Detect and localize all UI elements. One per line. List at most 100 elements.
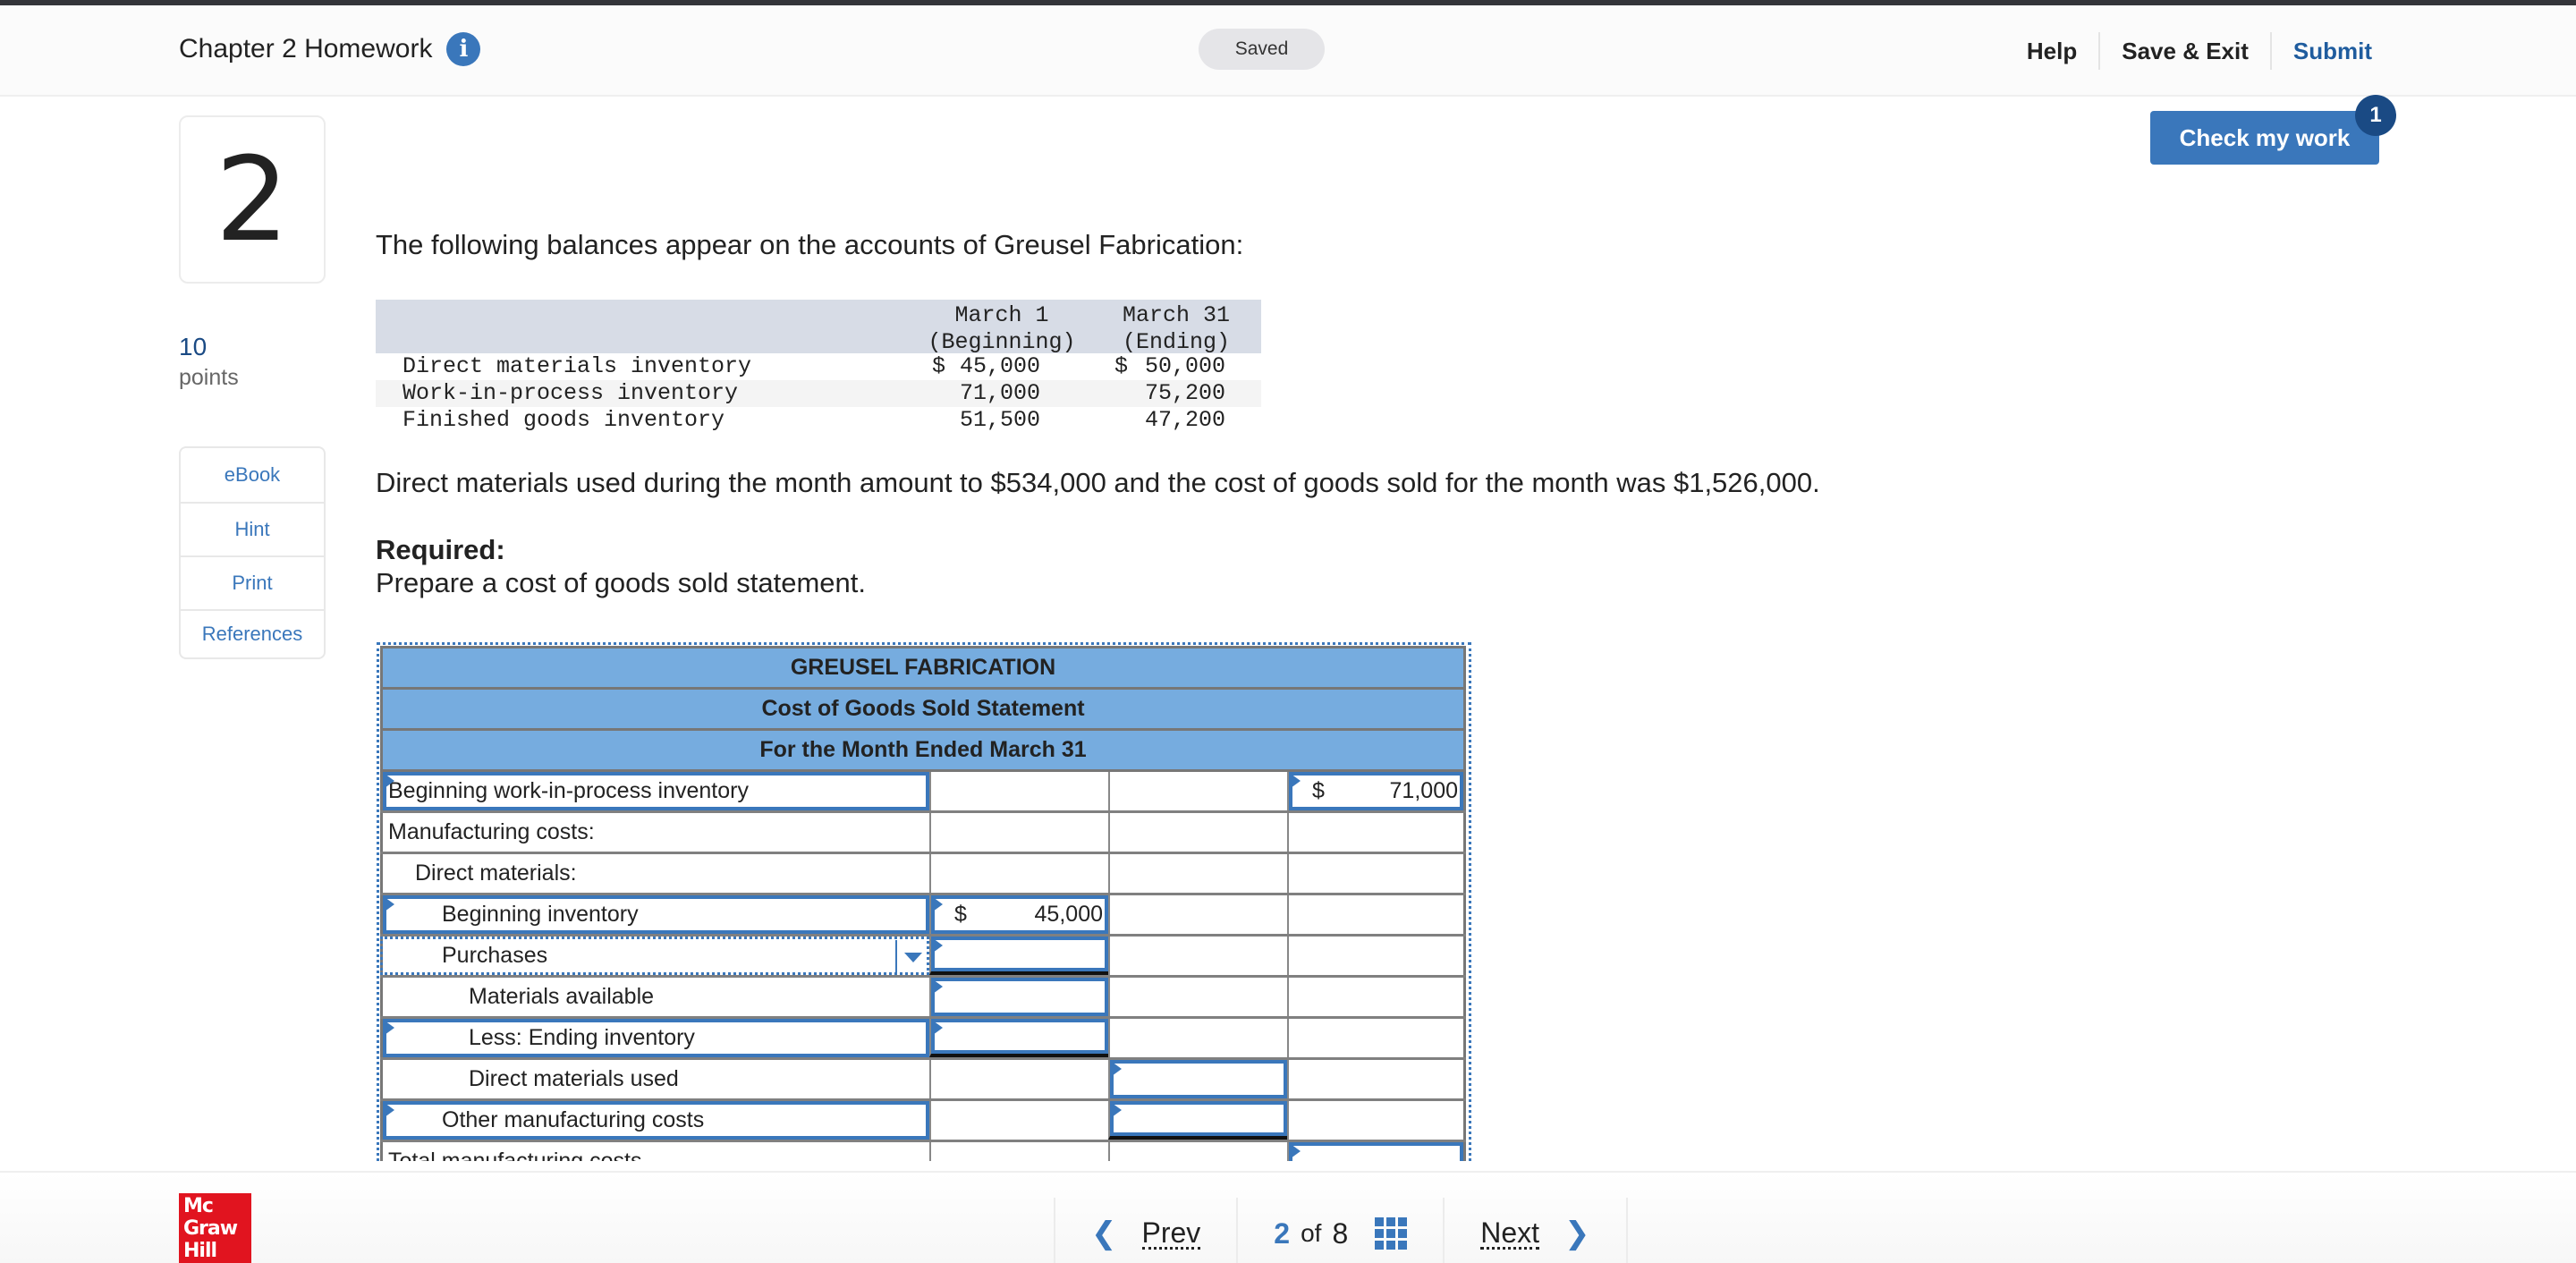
currency-symbol: $	[954, 902, 967, 927]
dropdown-toggle[interactable]	[895, 940, 929, 974]
statement-row: Less: Ending inventory	[380, 1019, 1466, 1060]
table-row: Finished goods inventory 51,500 47,200	[376, 407, 1261, 434]
amount-cell-col4	[1287, 937, 1466, 975]
next-button[interactable]: Next ❯	[1443, 1198, 1628, 1263]
required-text: Prepare a cost of goods sold statement.	[376, 567, 866, 598]
submit-link[interactable]: Submit	[2269, 32, 2372, 70]
assignment-title: Chapter 2 Homework i	[179, 32, 481, 66]
amount-input-col2[interactable]	[929, 937, 1108, 975]
save-exit-link[interactable]: Save & Exit	[2098, 32, 2270, 70]
row-label: Manufacturing costs:	[388, 819, 595, 844]
question-number: 2	[179, 115, 326, 284]
row-label: Beginning work-in-process inventory	[388, 778, 749, 803]
question-details: Direct materials used during the month a…	[376, 467, 1820, 498]
amount-input-col3[interactable]	[1108, 1101, 1287, 1140]
dropdown-selected-value: Purchases	[442, 943, 548, 968]
row-label: Direct materials inventory	[402, 353, 752, 379]
amount: 45,000	[959, 353, 1040, 379]
label-cell: Materials available	[380, 978, 929, 1016]
print-button[interactable]: Print	[181, 555, 324, 609]
label-cell[interactable]: Beginning inventory	[380, 895, 929, 934]
column-header-line: March 31	[1122, 302, 1231, 328]
label-dropdown[interactable]: Purchases	[380, 937, 929, 975]
amount-cell-col2	[929, 1101, 1108, 1140]
row-label: Less: Ending inventory	[469, 1025, 695, 1050]
label-cell[interactable]: Other manufacturing costs	[380, 1101, 929, 1140]
row-label: Direct materials:	[415, 860, 577, 886]
amount-cell-col4	[1287, 895, 1466, 934]
statement-row: Beginning inventory $45,000	[380, 895, 1466, 937]
beginning-value: $45,000	[912, 353, 1040, 380]
amount-cell-col2	[929, 772, 1108, 810]
row-label: Total manufacturing costs	[388, 1149, 642, 1161]
logo-line: Graw	[183, 1217, 238, 1240]
assignment-title-text: Chapter 2 Homework	[179, 34, 433, 64]
required-label: Required:	[376, 534, 505, 565]
amount-cell-col3	[1108, 1142, 1287, 1161]
ending-value: $50,000	[1091, 353, 1225, 380]
amount-input-col4[interactable]	[1287, 1142, 1466, 1161]
hint-button[interactable]: Hint	[181, 502, 324, 555]
ending-value: 75,200	[1144, 380, 1225, 406]
chevron-right-icon: ❯	[1564, 1216, 1590, 1250]
row-label: Work-in-process inventory	[402, 380, 739, 406]
column-header-beginning: March 1 (Beginning)	[912, 302, 1091, 356]
help-link[interactable]: Help	[2005, 32, 2098, 70]
info-icon[interactable]: i	[446, 32, 481, 66]
check-my-work-button[interactable]: Check my work	[2150, 111, 2379, 165]
amount-input-col4[interactable]: $71,000	[1287, 772, 1466, 810]
next-label: Next	[1480, 1216, 1540, 1250]
amount-cell-col4	[1287, 813, 1466, 852]
ebook-button[interactable]: eBook	[181, 448, 324, 502]
table-row: Work-in-process inventory 71,000 75,200	[376, 380, 1261, 407]
amount-input-col2[interactable]	[929, 1019, 1108, 1057]
header-nav: Help Save & Exit Submit	[2005, 29, 2372, 73]
total-pages: 8	[1332, 1216, 1349, 1250]
amount-input-col2[interactable]	[929, 978, 1108, 1016]
references-button[interactable]: References	[181, 609, 324, 657]
row-label: Other manufacturing costs	[442, 1107, 705, 1132]
amount-cell-col2	[929, 1060, 1108, 1098]
currency-symbol: $	[932, 353, 946, 379]
statement-row: Manufacturing costs:	[380, 813, 1466, 854]
points-value: 10	[179, 333, 208, 360]
label-cell: Direct materials used	[380, 1060, 929, 1098]
amount-cell-col3	[1108, 937, 1287, 975]
caret-down-icon	[904, 952, 922, 962]
question-pager: ❮ Prev 2 of 8 Next ❯	[1054, 1198, 1628, 1263]
amount-value: 45,000	[1034, 902, 1103, 927]
page-of-label: of	[1301, 1219, 1322, 1247]
current-page: 2	[1274, 1216, 1291, 1250]
amount-cell-col4	[1287, 1019, 1466, 1057]
beginning-value: 71,000	[959, 380, 1040, 406]
grid-view-icon[interactable]	[1375, 1217, 1408, 1250]
label-cell[interactable]: Beginning work-in-process inventory	[380, 772, 929, 810]
amount-cell-col3	[1108, 895, 1287, 934]
amount-value: 71,000	[1389, 778, 1458, 803]
footer-bar: Mc Graw Hill ❮ Prev 2 of 8 Next ❯	[0, 1171, 2576, 1263]
statement-table: GREUSEL FABRICATION Cost of Goods Sold S…	[380, 646, 1466, 1161]
amount-cell-col2	[929, 813, 1108, 852]
question-intro: The following balances appear on the acc…	[376, 229, 1244, 260]
amount-cell-col2	[929, 854, 1108, 893]
amount-input-col2[interactable]: $45,000	[929, 895, 1108, 934]
currency-symbol: $	[1114, 353, 1129, 379]
statement-row: Beginning work-in-process inventory $71,…	[380, 772, 1466, 813]
beginning-value: 51,500	[959, 407, 1040, 433]
amount-cell-col4	[1287, 978, 1466, 1016]
assignment-header: Chapter 2 Homework i Saved Help Save & E…	[0, 5, 2576, 97]
amount-cell-col3	[1108, 772, 1287, 810]
prev-button[interactable]: ❮ Prev	[1054, 1198, 1236, 1263]
statement-row: Purchases	[380, 937, 1466, 978]
amount-cell-col3	[1108, 1019, 1287, 1057]
logo-line: Hill	[183, 1240, 217, 1262]
amount-cell-col3	[1108, 813, 1287, 852]
amount-input-col3[interactable]	[1108, 1060, 1287, 1098]
ending-value: 47,200	[1144, 407, 1225, 433]
mcgraw-hill-logo: Mc Graw Hill	[179, 1193, 251, 1263]
label-cell[interactable]: Less: Ending inventory	[380, 1019, 929, 1057]
saved-status-badge: Saved	[1199, 29, 1325, 70]
label-cell: Total manufacturing costs	[380, 1142, 929, 1161]
page-indicator[interactable]: 2 of 8	[1236, 1198, 1443, 1263]
balances-table-header: March 1 (Beginning) March 31 (Ending)	[376, 300, 1261, 356]
